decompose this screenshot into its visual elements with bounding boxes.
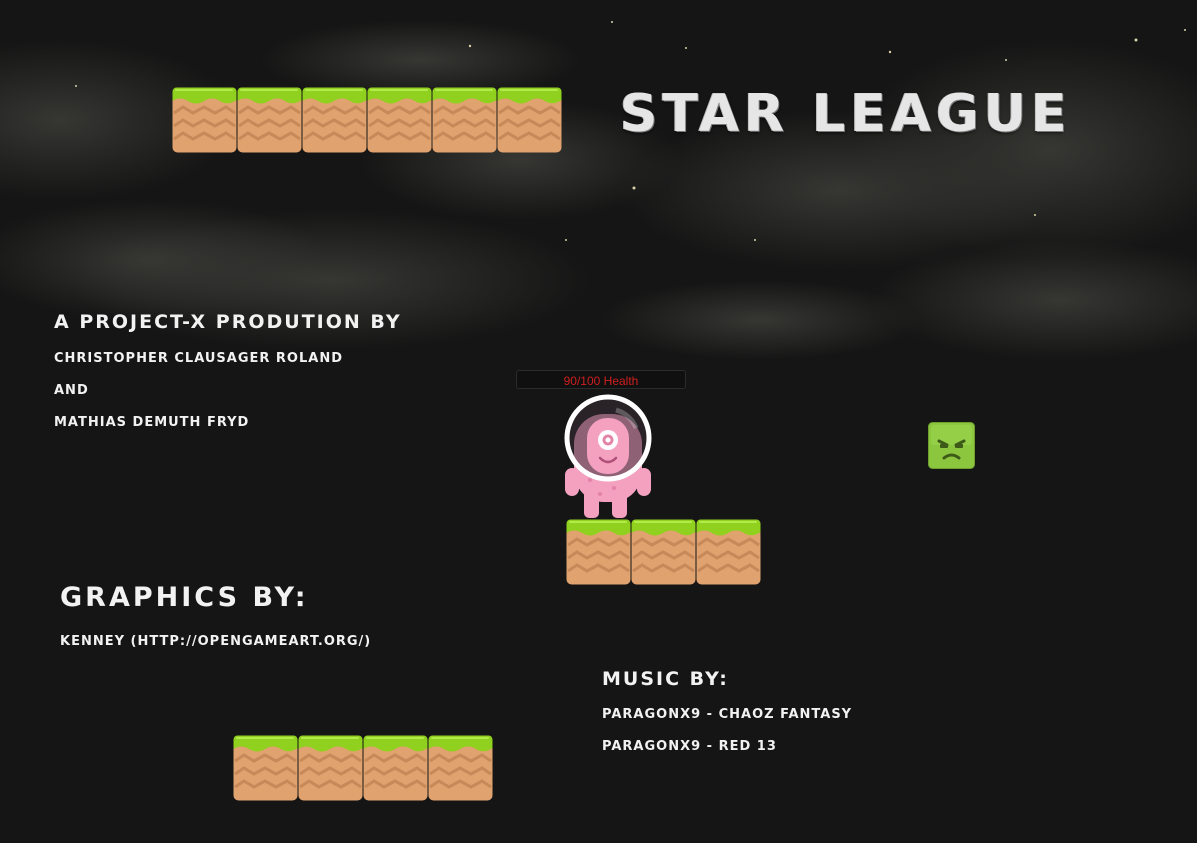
graphics-credit: KENNEY (HTTP://OPENGAMEART.ORG/) (60, 634, 372, 649)
grass-dirt-tile (298, 735, 363, 801)
green-slime-block-icon (928, 422, 975, 469)
and-label: AND (54, 383, 89, 398)
grass-dirt-tile (233, 735, 298, 801)
music-track-2: PARAGONX9 - RED 13 (602, 739, 777, 754)
player-health-bar: 90/100 Health (516, 370, 686, 389)
grass-dirt-tile (237, 87, 302, 153)
author-1: CHRISTOPHER CLAUSAGER ROLAND (54, 351, 344, 366)
grass-dirt-tile (367, 87, 432, 153)
platform-middle (566, 519, 761, 585)
grass-dirt-tile (302, 87, 367, 153)
grass-dirt-tile (631, 519, 696, 585)
grass-dirt-tile (432, 87, 497, 153)
grass-dirt-tile (696, 519, 761, 585)
grass-dirt-tile (497, 87, 562, 153)
music-track-1: PARAGONX9 - CHAOZ FANTASY (602, 707, 853, 722)
game-title: STAR LEAGUE (620, 84, 1072, 144)
graphics-heading: GRAPHICS BY: (60, 582, 309, 613)
music-heading: MUSIC BY: (602, 668, 729, 690)
platform-bottom (233, 735, 493, 801)
grass-dirt-tile (172, 87, 237, 153)
author-2: MATHIAS DEMUTH FRYD (54, 415, 250, 430)
platform-top (172, 87, 562, 153)
grass-dirt-tile (428, 735, 493, 801)
pink-alien-astronaut-icon (564, 394, 652, 518)
grass-dirt-tile (363, 735, 428, 801)
game-scene: STAR LEAGUE A PROJECT-X PRODUTION BY CHR… (0, 0, 1197, 843)
production-heading: A PROJECT-X PRODUTION BY (54, 311, 402, 333)
grass-dirt-tile (566, 519, 631, 585)
